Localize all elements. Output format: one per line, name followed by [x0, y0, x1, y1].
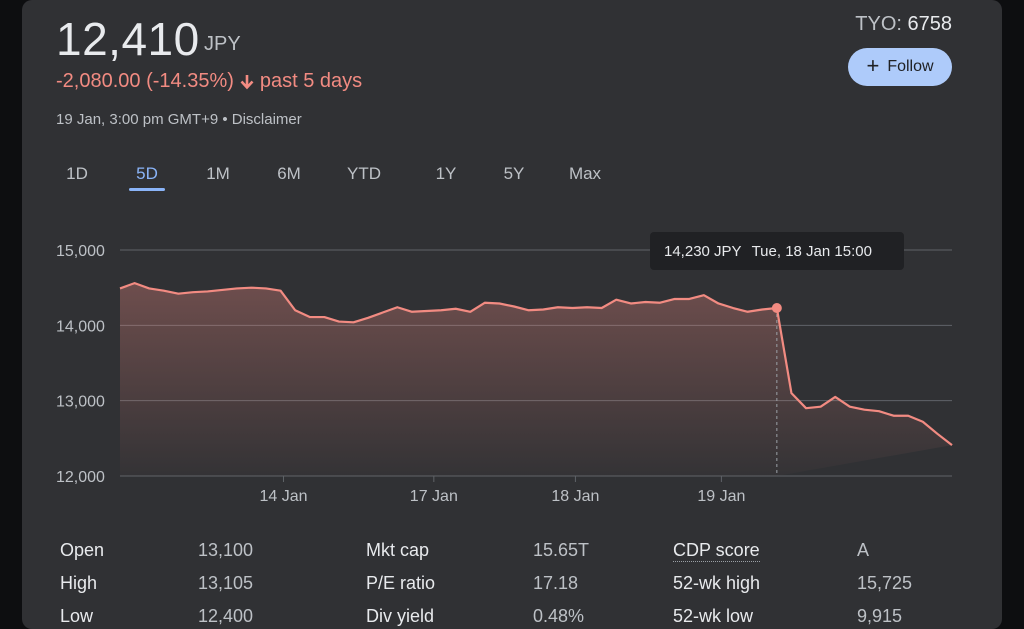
tab-max[interactable]: Max — [569, 164, 601, 184]
timestamp-disclaimer: 19 Jan, 3:00 pm GMT+9 • Disclaimer — [56, 111, 302, 128]
price-change: -2,080.00 (-14.35%) past 5 days — [56, 70, 362, 93]
y-tick-label: 15,000 — [56, 243, 105, 260]
tooltip-price: 14,230 JPY — [664, 242, 742, 260]
tab-6m[interactable]: 6M — [277, 164, 301, 184]
stat-label: Open — [60, 540, 105, 560]
ticker-symbol: TYO: 6758 — [855, 13, 952, 36]
currency-label: JPY — [204, 33, 241, 55]
y-tick-label: 12,000 — [56, 469, 105, 486]
arrow-down-icon — [240, 74, 254, 90]
ticker-code: 6758 — [907, 13, 953, 35]
x-tick-label: 17 Jan — [410, 488, 458, 505]
follow-label: Follow — [887, 58, 934, 75]
exchange-label: TYO: — [855, 13, 908, 35]
area-fill — [120, 283, 952, 476]
tab-ytd[interactable]: YTD — [347, 164, 381, 184]
stat-value: 12,400 — [198, 606, 254, 626]
active-tab-indicator — [129, 188, 165, 191]
tab-5y[interactable]: 5Y — [504, 164, 525, 184]
plus-icon: + — [866, 53, 880, 78]
hover-point — [771, 303, 782, 314]
stat-value: 13,105 — [198, 573, 254, 593]
chart-tooltip: 14,230 JPY Tue, 18 Jan 15:00 — [650, 232, 904, 270]
y-tick-label: 13,000 — [56, 394, 105, 411]
stat-label: 52-wk high — [673, 573, 761, 593]
range-tabs: 1D 5D 1M 6M YTD 1Y 5Y Max — [22, 158, 722, 198]
stat-label: Div yield — [366, 606, 435, 626]
tooltip-date: Tue, 18 Jan 15:00 — [751, 242, 872, 260]
x-tick-label: 19 Jan — [697, 488, 745, 505]
stock-card: 12,410 JPY -2,080.00 (-14.35%) past 5 da… — [22, 0, 1002, 629]
stat-label: P/E ratio — [366, 573, 436, 593]
stat-label: 52-wk low — [673, 606, 754, 626]
y-tick-label: 14,000 — [56, 318, 105, 335]
stat-value: 15.65T — [533, 540, 590, 560]
x-tick-label: 18 Jan — [551, 488, 599, 505]
current-price: 12,410 — [56, 13, 200, 65]
change-value: -2,080.00 (-14.35%) — [56, 70, 234, 92]
follow-button[interactable]: + Follow — [848, 48, 952, 86]
change-period: past 5 days — [259, 70, 363, 92]
tab-1d[interactable]: 1D — [66, 164, 88, 184]
stat-label: Low — [60, 606, 94, 626]
stat-label: Mkt cap — [366, 540, 430, 560]
stat-value: 13,100 — [198, 540, 254, 560]
stat-value: 17.18 — [533, 573, 579, 593]
stat-label: High — [60, 573, 98, 593]
tab-1y[interactable]: 1Y — [436, 164, 457, 184]
stat-value: 9,915 — [857, 606, 903, 626]
cdp-score-link[interactable]: CDP score — [673, 540, 760, 562]
stat-value: 15,725 — [857, 573, 913, 593]
stat-value: 0.48% — [533, 606, 585, 626]
tab-1m[interactable]: 1M — [206, 164, 230, 184]
x-tick-label: 14 Jan — [259, 488, 307, 505]
tab-5d[interactable]: 5D — [136, 164, 158, 184]
stat-value: A — [857, 540, 870, 560]
